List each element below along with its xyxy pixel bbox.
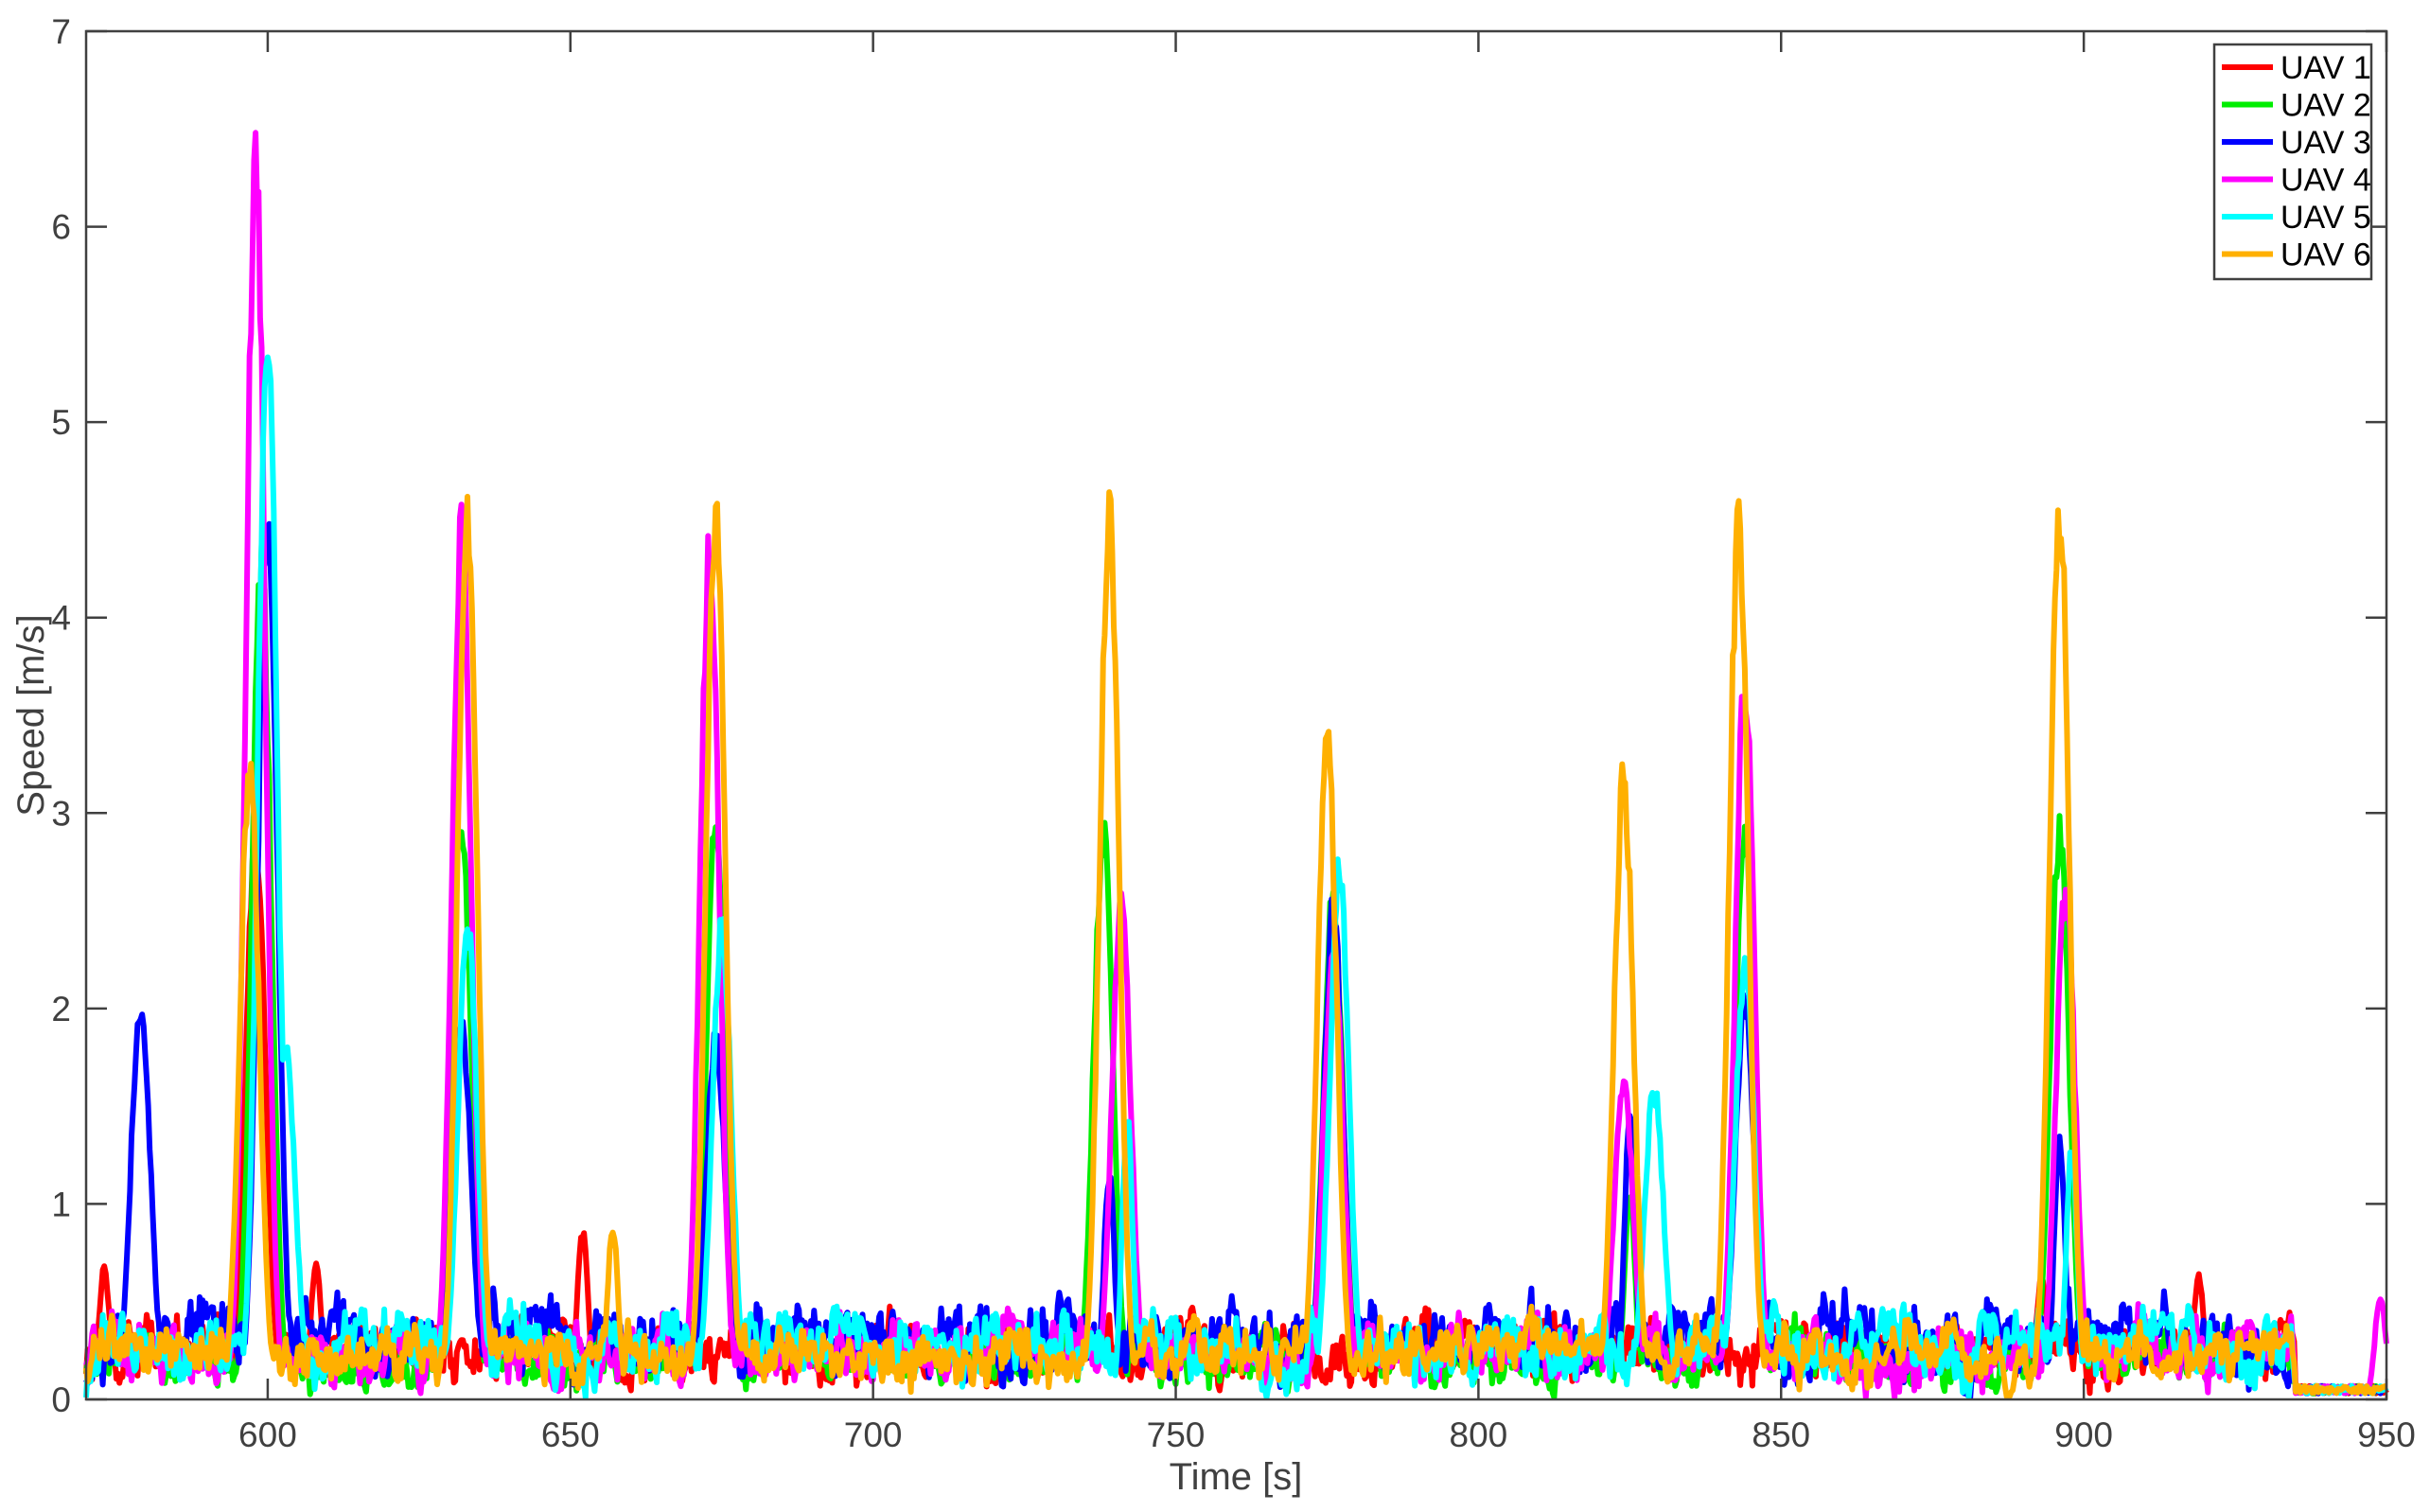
x-tick-label: 750	[1147, 1415, 1206, 1454]
y-tick-label: 0	[51, 1380, 71, 1419]
y-axis-label: Speed [m/s]	[10, 614, 52, 816]
legend: UAV 1UAV 2UAV 3UAV 4UAV 5UAV 6	[2212, 43, 2373, 281]
y-tick-label: 5	[51, 403, 71, 442]
y-tick-label: 2	[51, 990, 71, 1029]
legend-label: UAV 3	[2280, 125, 2371, 161]
x-tick-label: 850	[1752, 1415, 1810, 1454]
speed-chart: 600 650 700 750 800 850 900 950 0 1 2 3 4 5 6 7 Time [s…	[10, 12, 2416, 1498]
y-tick-label: 7	[51, 12, 71, 51]
y-tick-label: 4	[51, 599, 71, 638]
x-tick-label: 950	[2357, 1415, 2416, 1454]
legend-label: UAV 4	[2280, 163, 2371, 199]
x-tick-label: 650	[541, 1415, 600, 1454]
legend-label: UAV 2	[2280, 88, 2371, 124]
y-tick-label: 1	[51, 1185, 71, 1223]
x-tick-label: 900	[2054, 1415, 2113, 1454]
y-tick-label: 6	[51, 208, 71, 247]
x-tick-label: 700	[844, 1415, 903, 1454]
legend-label: UAV 5	[2280, 200, 2371, 236]
legend-label: UAV 1	[2280, 50, 2371, 86]
legend-label: UAV 6	[2280, 237, 2371, 273]
x-axis-label: Time [s]	[1170, 1456, 1303, 1498]
y-tick-label: 3	[51, 794, 71, 833]
x-tick-label: 800	[1450, 1415, 1508, 1454]
x-tick-label: 600	[238, 1415, 297, 1454]
